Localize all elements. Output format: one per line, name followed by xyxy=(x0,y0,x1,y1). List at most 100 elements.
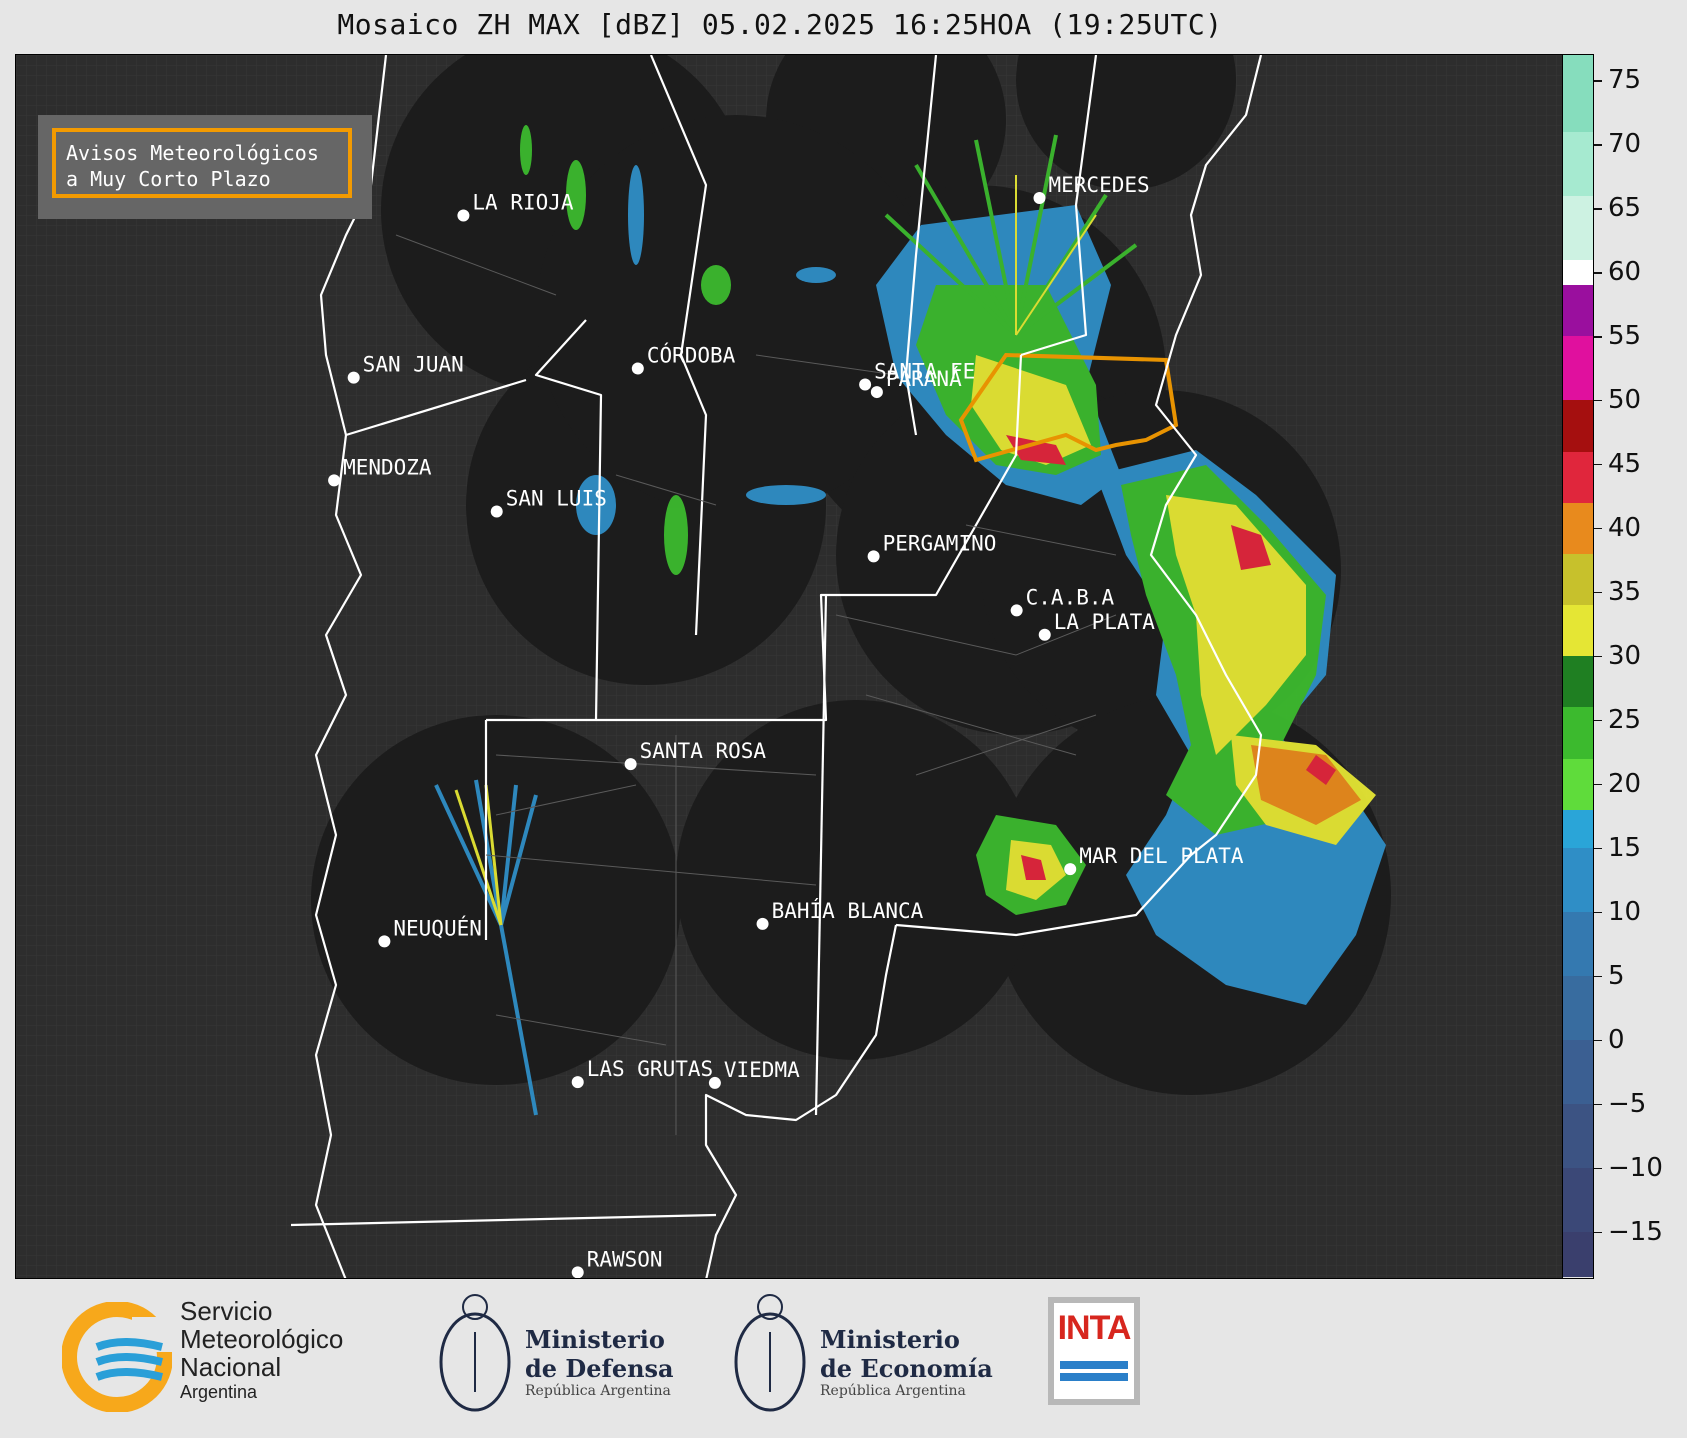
city-marker-rawson xyxy=(571,1266,584,1278)
city-label-viedma: VIEDMA xyxy=(724,1058,800,1082)
city-marker-mar-del-plata xyxy=(1064,863,1077,876)
colorbar-tick: 65 xyxy=(1594,193,1641,223)
colorbar-tick: 0 xyxy=(1594,1025,1625,1055)
alert-legend-line1: Avisos Meteorológicos xyxy=(66,141,319,165)
colorbar-tick: 10 xyxy=(1594,897,1641,927)
city-label-la-plata: LA PLATA xyxy=(1054,610,1156,634)
alert-legend-frame: Avisos Meteorológicos a Muy Corto Plazo xyxy=(52,128,352,198)
colorbar-tick: 20 xyxy=(1594,769,1641,799)
city-marker-la-rioja xyxy=(457,209,470,222)
colorbar-tick-label: 65 xyxy=(1608,193,1642,224)
colorbar-tick: 50 xyxy=(1594,385,1641,415)
defensa-line3: República Argentina xyxy=(525,1383,671,1399)
defensa-logo: Ministerio de Defensa República Argentin… xyxy=(435,1287,705,1427)
inta-logo: INTA xyxy=(1048,1297,1140,1405)
smn-emblem-icon xyxy=(62,1302,172,1412)
colorbar-segment xyxy=(1563,848,1593,913)
colorbar-tick-label: 35 xyxy=(1608,576,1642,607)
economia-line2: de Economía xyxy=(820,1354,993,1383)
city-marker-la-plata xyxy=(1038,628,1051,641)
colorbar-tick: −15 xyxy=(1594,1217,1663,1247)
smn-line3: Nacional xyxy=(180,1352,282,1382)
colorbar-tick-label: 50 xyxy=(1608,384,1642,415)
defensa-line1: Ministerio xyxy=(525,1325,665,1354)
radar-map[interactable]: LA RIOJA MERCEDES CÓRDOBA SAN JUAN SANTA FE P… xyxy=(15,54,1563,1279)
colorbar-segment xyxy=(1563,1168,1593,1232)
colorbar-tick: 70 xyxy=(1594,129,1641,159)
colorbar-tick: 30 xyxy=(1594,641,1641,671)
colorbar-tick: 15 xyxy=(1594,833,1641,863)
city-marker-bah-a-blanca xyxy=(756,917,769,930)
colorbar-tick: 25 xyxy=(1594,705,1641,735)
colorbar-segment xyxy=(1563,758,1593,810)
colorbar-tick-label: 30 xyxy=(1608,640,1642,671)
colorbar-tick-label: 0 xyxy=(1608,1024,1625,1055)
map-title: Mosaico ZH MAX [dBZ] 05.02.2025 16:25HOA… xyxy=(337,8,1223,41)
colorbar-segment xyxy=(1563,336,1593,401)
colorbar-segment xyxy=(1563,400,1593,452)
city-label-bah-a-blanca: BAHÍA BLANCA xyxy=(772,898,924,923)
colorbar-tick-label: 15 xyxy=(1608,832,1642,863)
city-label-la-rioja: LA RIOJA xyxy=(472,191,574,215)
colorbar-tick-label: 10 xyxy=(1608,896,1642,927)
colorbar-tick: 35 xyxy=(1594,577,1641,607)
colorbar-segment xyxy=(1563,1040,1593,1105)
colorbar-segment xyxy=(1563,605,1593,657)
city-label-mendoza: MENDOZA xyxy=(343,455,432,479)
national-seal-icon xyxy=(734,1294,806,1412)
city-marker-las-grutas xyxy=(571,1076,584,1089)
colorbar-tick-label: 60 xyxy=(1608,257,1642,288)
defensa-line2: de Defensa xyxy=(525,1354,674,1383)
colorbar-tick: 5 xyxy=(1594,961,1625,991)
city-marker-pergamino xyxy=(867,550,880,563)
national-seal-icon xyxy=(439,1294,511,1412)
colorbar-segment xyxy=(1563,912,1593,977)
sponsor-logos: Servicio Meteorológico Nacional Argentin… xyxy=(0,1279,1687,1438)
colorbar-tick-label: −10 xyxy=(1608,1152,1663,1183)
city-label-santa-rosa: SANTA ROSA xyxy=(640,739,767,763)
city-marker-mercedes xyxy=(1033,192,1046,205)
economia-line3: República Argentina xyxy=(820,1383,966,1399)
colorbar-tick-label: −15 xyxy=(1608,1216,1663,1247)
smn-line1: Servicio xyxy=(180,1296,273,1326)
city-marker-san-luis xyxy=(490,505,503,518)
colorbar-tick: −5 xyxy=(1594,1089,1646,1119)
city-label-neuqu-n: NEUQUÉN xyxy=(393,915,482,940)
economia-line1: Ministerio xyxy=(820,1325,960,1354)
city-label-mar-del-plata: MAR DEL PLATA xyxy=(1079,844,1244,868)
city-marker-viedma xyxy=(708,1076,721,1089)
inta-wordmark: INTA xyxy=(1057,1309,1132,1347)
smn-logo: Servicio Meteorológico Nacional Argentin… xyxy=(62,1297,392,1417)
city-marker-paran- xyxy=(870,386,883,399)
colorbar-tick-label: 20 xyxy=(1608,768,1642,799)
colorbar-segment xyxy=(1563,1104,1593,1169)
city-label-rawson: RAWSON xyxy=(587,1247,663,1271)
city-marker-san-juan xyxy=(347,371,360,384)
colorbar-segment xyxy=(1563,656,1593,708)
colorbar-segment xyxy=(1563,809,1593,849)
colorbar-segment xyxy=(1563,259,1593,286)
colorbar-segment xyxy=(1563,285,1593,337)
city-label-mercedes: MERCEDES xyxy=(1049,173,1150,197)
colorbar-segment xyxy=(1563,707,1593,759)
colorbar-segment xyxy=(1563,553,1593,606)
city-marker-c-a-b-a xyxy=(1010,604,1023,617)
colorbar-tick: 55 xyxy=(1594,321,1641,351)
smn-line2: Meteorológico xyxy=(180,1324,344,1354)
city-marker-c-rdoba xyxy=(631,362,644,375)
city-label-paran-: PARANÁ xyxy=(886,366,962,391)
city-label-c-a-b-a: C.A.B.A xyxy=(1026,585,1115,609)
colorbar-tick-label: 70 xyxy=(1608,129,1642,160)
colorbar xyxy=(1562,54,1594,1279)
colorbar-tick-label: 75 xyxy=(1608,65,1642,96)
colorbar-segment xyxy=(1563,195,1593,260)
colorbar-tick: 45 xyxy=(1594,449,1641,479)
colorbar-segment xyxy=(1563,976,1593,1041)
colorbar-segment xyxy=(1563,451,1593,503)
colorbar-segment xyxy=(1563,131,1593,196)
colorbar-tick-label: 45 xyxy=(1608,448,1642,479)
alert-legend-line2: a Muy Corto Plazo xyxy=(66,167,271,191)
colorbar-tick-label: 40 xyxy=(1608,512,1642,543)
colorbar-segment xyxy=(1563,502,1593,554)
city-label-san-luis: SAN LUIS xyxy=(506,487,607,511)
